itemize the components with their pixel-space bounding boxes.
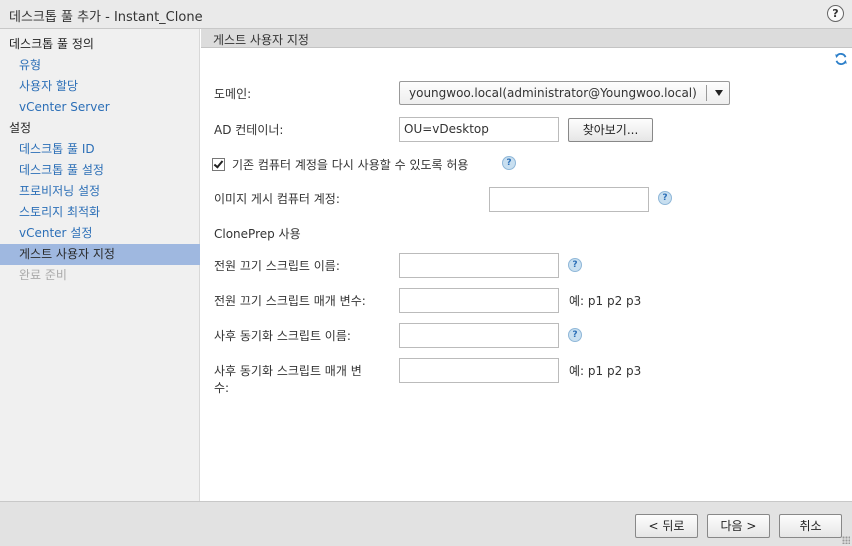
postsync-script-label: 사후 동기화 스크립트 이름: <box>214 329 351 343</box>
section-title: 게스트 사용자 지정 <box>213 33 309 47</box>
poweroff-params-input[interactable] <box>399 288 559 313</box>
poweroff-script-input[interactable] <box>399 253 559 278</box>
domain-select-value: youngwoo.local(administrator@Youngwoo.lo… <box>409 86 697 100</box>
postsync-params-label-line1: 사후 동기화 스크립트 매개 변 <box>214 364 362 378</box>
ad-container-value: OU=vDesktop <box>404 122 489 136</box>
sidebar-item-pool-settings[interactable]: 데스크톱 풀 설정 <box>0 160 200 181</box>
chevron-down-icon <box>715 90 723 96</box>
wizard-sidebar: 데스크톱 풀 정의 유형 사용자 할당 vCenter Server 설정 데스… <box>0 29 200 501</box>
select-divider <box>706 85 707 101</box>
window-title: 데스크톱 풀 추가 - Instant_Clone <box>9 10 203 25</box>
sidebar-item-guest-customization[interactable]: 게스트 사용자 지정 <box>0 244 200 265</box>
resize-grip-icon[interactable] <box>842 536 850 544</box>
postsync-params-label-line2: 수: <box>214 381 230 395</box>
sidebar-item-storage-optimization[interactable]: 스토리지 최적화 <box>0 202 200 223</box>
reuse-accounts-checkbox[interactable] <box>212 158 225 171</box>
section-header: 게스트 사용자 지정 <box>201 29 852 48</box>
sidebar-section-pool-definition: 데스크톱 풀 정의 <box>9 37 94 51</box>
sidebar-item-vcenter-server[interactable]: vCenter Server <box>0 97 200 118</box>
sidebar-item-vcenter-settings[interactable]: vCenter 설정 <box>0 223 200 244</box>
sidebar-item-provisioning[interactable]: 프로비저닝 설정 <box>0 181 200 202</box>
content-panel: 게스트 사용자 지정 도메인: youngwoo.local(administr… <box>201 29 852 501</box>
reuse-accounts-label: 기존 컴퓨터 계정을 다시 사용할 수 있도록 허용 <box>232 158 469 172</box>
postsync-params-example: 예: p1 p2 p3 <box>569 364 642 378</box>
postsync-script-input[interactable] <box>399 323 559 348</box>
refresh-icon[interactable] <box>834 52 848 66</box>
browse-button[interactable]: 찾아보기... <box>568 118 653 142</box>
back-button[interactable]: < 뒤로 <box>635 514 698 538</box>
sidebar-item-type[interactable]: 유형 <box>0 55 200 76</box>
domain-select[interactable]: youngwoo.local(administrator@Youngwoo.lo… <box>399 81 730 105</box>
next-button[interactable]: 다음 > <box>707 514 770 538</box>
help-icon[interactable]: ? <box>827 5 844 22</box>
help-info-icon[interactable]: ? <box>568 258 582 272</box>
poweroff-params-label: 전원 끄기 스크립트 매개 변수: <box>214 294 366 308</box>
image-publish-label: 이미지 게시 컴퓨터 계정: <box>214 192 340 206</box>
ad-container-input[interactable]: OU=vDesktop <box>399 117 559 142</box>
poweroff-params-example: 예: p1 p2 p3 <box>569 294 642 308</box>
sidebar-item-pool-id[interactable]: 데스크톱 풀 ID <box>0 139 200 160</box>
sidebar-section-settings: 설정 <box>9 121 32 135</box>
help-info-icon[interactable]: ? <box>658 191 672 205</box>
sidebar-item-user-assignment[interactable]: 사용자 할당 <box>0 76 200 97</box>
ad-container-label: AD 컨테이너: <box>214 123 284 137</box>
cancel-button[interactable]: 취소 <box>779 514 842 538</box>
domain-label: 도메인: <box>214 87 252 101</box>
help-info-icon[interactable]: ? <box>568 328 582 342</box>
cloneprep-title: ClonePrep 사용 <box>214 227 301 241</box>
postsync-params-input[interactable] <box>399 358 559 383</box>
checkmark-icon <box>213 158 224 169</box>
title-bar: 데스크톱 풀 추가 - Instant_Clone ? <box>0 0 852 29</box>
poweroff-script-label: 전원 끄기 스크립트 이름: <box>214 259 340 273</box>
help-info-icon[interactable]: ? <box>502 156 516 170</box>
wizard-footer: < 뒤로 다음 > 취소 <box>0 501 852 546</box>
sidebar-item-ready-to-complete: 완료 준비 <box>19 268 67 282</box>
image-publish-input[interactable] <box>489 187 649 212</box>
